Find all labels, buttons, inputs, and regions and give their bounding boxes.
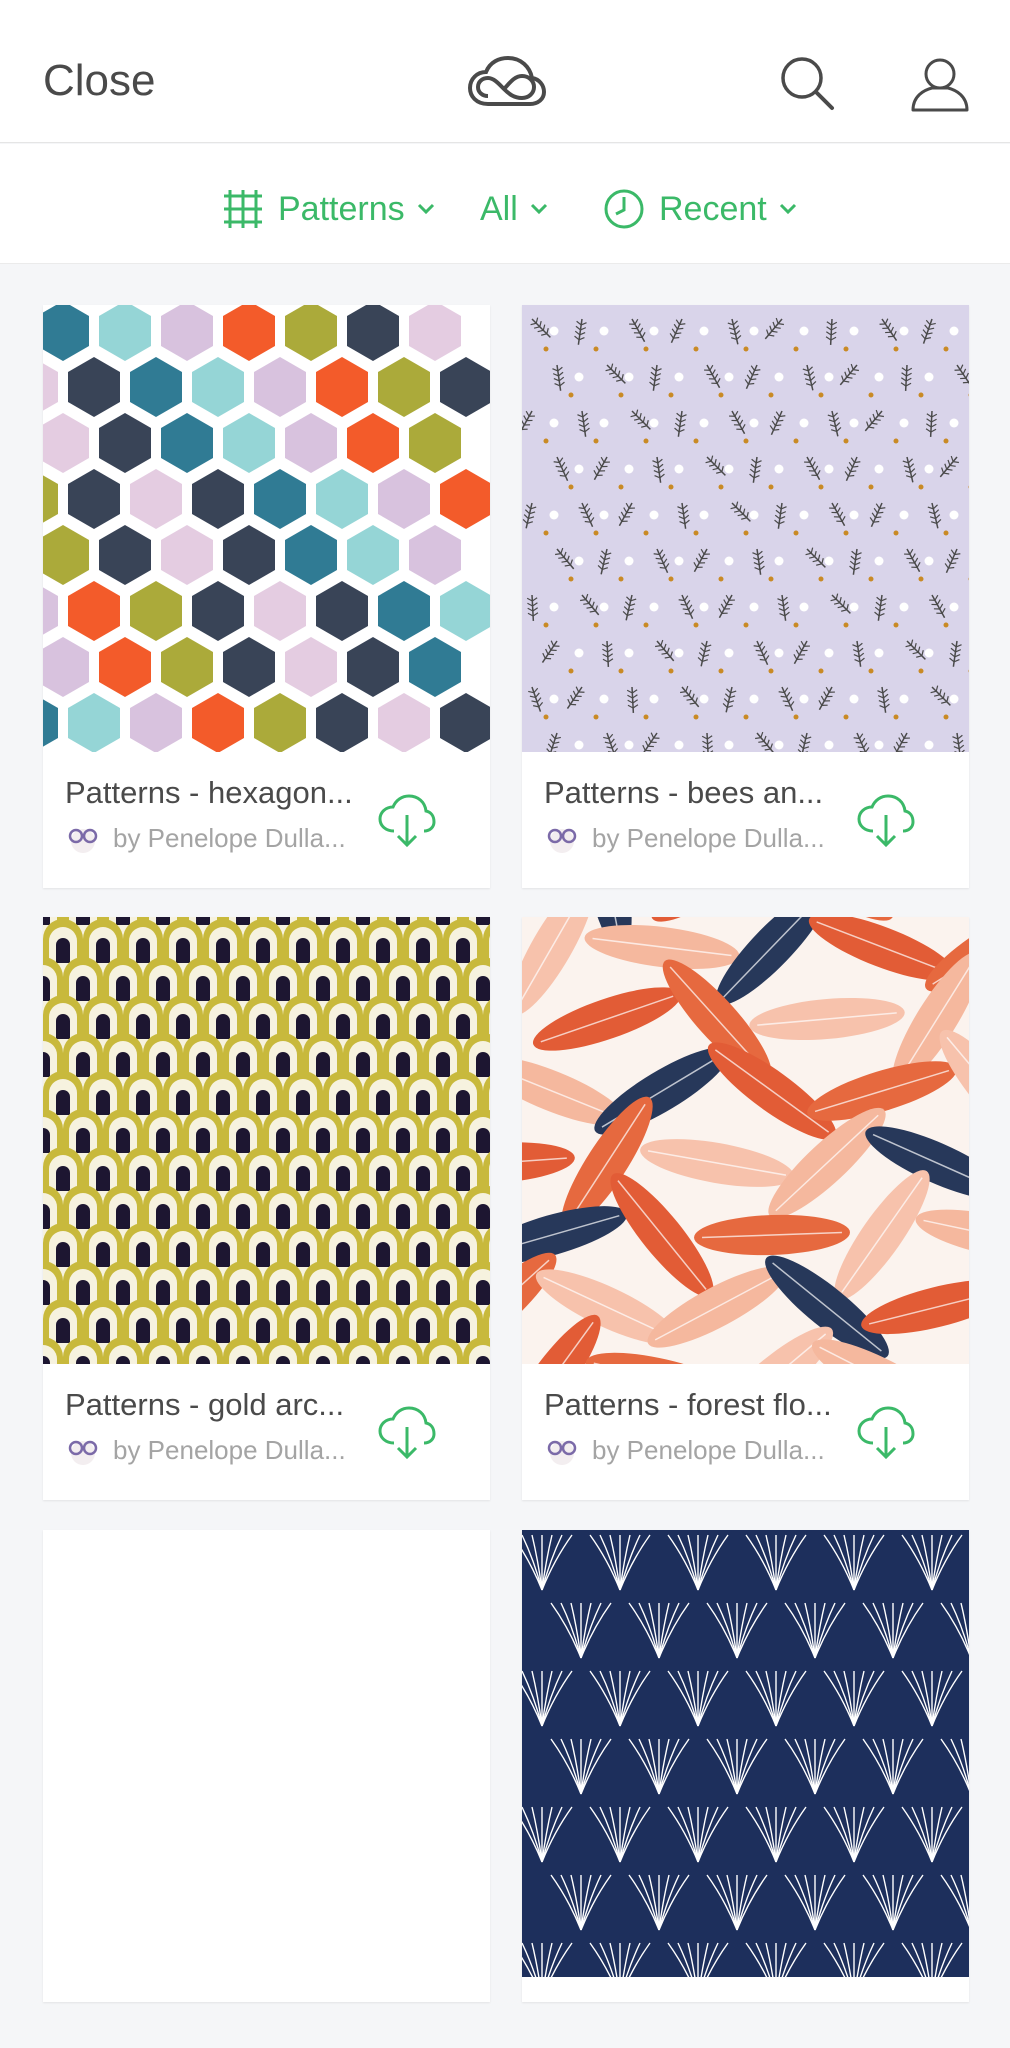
patterns-filter-label: Patterns [278,189,405,228]
pattern-card[interactable]: Patterns - gold arc... by Penelope Dulla… [43,917,490,1500]
card-author: by Penelope Dulla... [65,823,346,854]
cloud-download-icon[interactable] [855,1405,915,1461]
chevron-down-icon [530,203,547,215]
avatar [547,828,577,853]
pattern-thumbnail [522,917,969,1364]
card-author: by Penelope Dulla... [544,1435,825,1466]
author-name: by Penelope Dulla... [592,823,825,853]
cloud-download-icon[interactable] [376,793,436,849]
card-title: Patterns - forest flo... [544,1387,832,1422]
card-title: Patterns - hexagon... [65,775,353,810]
search-icon[interactable] [778,54,838,114]
chevron-down-icon [779,203,796,215]
sort-filter[interactable]: Recent [603,184,797,234]
card-author: by Penelope Dulla... [544,823,825,854]
cloud-download-icon[interactable] [376,1405,436,1461]
card-title: Patterns - gold arc... [65,1387,345,1422]
pattern-card-placeholder[interactable] [43,1530,490,2002]
close-button[interactable]: Close [43,56,156,106]
author-name: by Penelope Dulla... [592,1435,825,1465]
pattern-card[interactable]: Patterns - bees an... by Penelope Dulla.… [522,305,969,888]
avatar [68,828,98,853]
chevron-down-icon [417,203,434,215]
avatar [547,1440,577,1465]
card-author: by Penelope Dulla... [65,1435,346,1466]
patterns-icon [224,190,262,228]
card-title: Patterns - bees an... [544,775,824,810]
patterns-filter[interactable]: Patterns [222,184,435,234]
pattern-thumbnail [43,917,490,1364]
top-bar: Close [0,0,1010,143]
sort-filter-label: Recent [659,189,767,228]
pattern-thumbnail [522,305,969,752]
author-name: by Penelope Dulla... [113,1435,346,1465]
creative-cloud-icon [467,55,546,106]
avatar [68,1440,98,1465]
cloud-download-icon[interactable] [855,793,915,849]
scope-filter[interactable]: All [480,184,548,234]
scope-filter-label: All [480,189,518,228]
author-name: by Penelope Dulla... [113,823,346,853]
pattern-thumbnail [43,305,490,752]
pattern-thumbnail [522,1530,969,1977]
clock-icon [604,189,644,229]
filter-bar: Patterns All Recent [0,144,1010,264]
pattern-card[interactable] [522,1530,969,2002]
pattern-card[interactable]: Patterns - forest flo... by Penelope Dul… [522,917,969,1500]
user-icon[interactable] [910,54,970,114]
pattern-card[interactable]: Patterns - hexagon... by Penelope Dulla.… [43,305,490,888]
